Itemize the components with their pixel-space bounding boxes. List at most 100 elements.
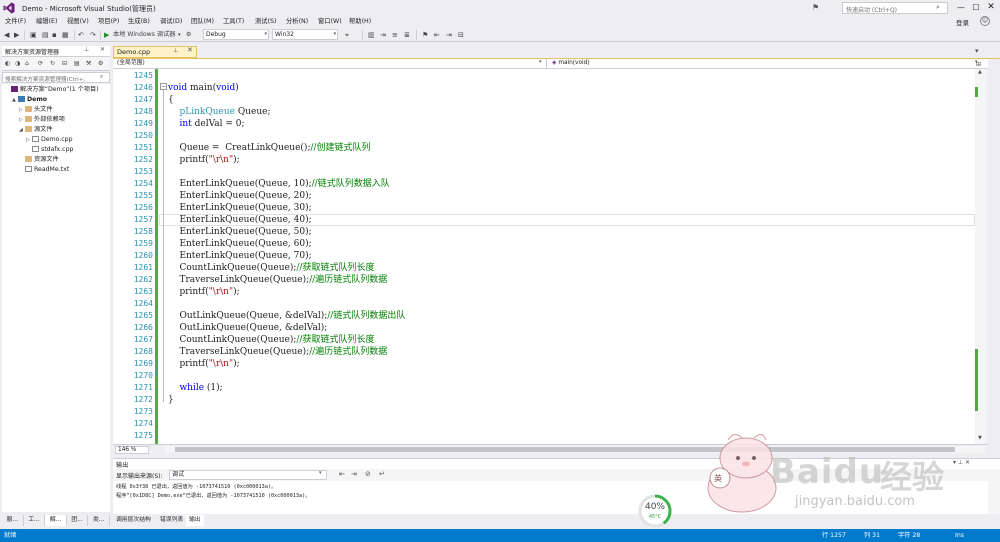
code-line[interactable]: EnterLinkQueue(Queue, 50); [168, 226, 311, 238]
menu-item[interactable]: 文件(F) [5, 16, 26, 28]
solution-platform-select[interactable]: Win32 ▾ [272, 29, 338, 40]
code-line[interactable]: Queue = CreatLinkQueue();//创建链式队列 [168, 142, 370, 154]
code-line[interactable]: int delVal = 0; [168, 118, 244, 130]
redo-icon[interactable]: ↷ [90, 30, 96, 40]
code-line[interactable]: while (1); [168, 382, 222, 394]
tab-pin-icon[interactable]: ⊥ [173, 47, 178, 54]
new-project-icon[interactable]: ▣ [30, 30, 37, 40]
code-line[interactable]: EnterLinkQueue(Queue, 10);//链式队列数据入队 [168, 178, 389, 190]
format-icon[interactable]: ▥ [368, 30, 375, 40]
collapse-toggle-icon[interactable]: − [160, 83, 167, 90]
solution-config-select[interactable]: Debug ▾ [203, 29, 269, 40]
menu-item[interactable]: 项目(P) [98, 16, 119, 28]
code-line[interactable]: } [168, 394, 174, 406]
menu-item[interactable]: 视图(V) [67, 16, 89, 28]
save-icon[interactable]: ▪ [52, 30, 57, 40]
member-dropdown[interactable]: ◈ main(void) [550, 59, 982, 68]
word-wrap-icon[interactable]: ↵ [379, 470, 385, 478]
menu-item[interactable]: 团队(M) [191, 16, 214, 28]
menu-item[interactable]: 编辑(E) [36, 16, 58, 28]
code-line[interactable]: printf("\r\n"); [168, 154, 239, 166]
scope-dropdown[interactable]: (全局范围) [115, 59, 547, 68]
left-panel-tab[interactable]: 类... [88, 515, 110, 526]
code-line[interactable]: pLinkQueue Queue; [168, 106, 270, 118]
menu-item[interactable]: 工具(T) [223, 16, 244, 28]
quick-launch-input[interactable]: 快速启动 (Ctrl+Q) [842, 2, 948, 14]
forward-icon[interactable]: ◑ [15, 59, 20, 69]
chevron-down-icon[interactable]: ▾ [319, 470, 322, 476]
output-source-select[interactable]: 调试 [169, 470, 327, 480]
tree-item[interactable]: ▷ 头文件 [2, 105, 53, 115]
tree-item[interactable]: 资源文件 [2, 155, 59, 165]
left-panel-tab[interactable]: 服... [2, 515, 24, 526]
back-icon[interactable]: ◐ [5, 59, 10, 69]
sync-icon[interactable]: ⟳ [38, 59, 43, 69]
bottom-panel-tab[interactable]: 调用层次结构 [113, 515, 154, 526]
tree-item[interactable]: ▲ Demo [2, 95, 47, 105]
code-line[interactable]: printf("\r\n"); [168, 358, 239, 370]
search-icon[interactable]: ⌕ [936, 3, 945, 12]
comment-icon[interactable]: ≡ [392, 30, 398, 40]
show-all-files-icon[interactable]: ▤ [74, 59, 80, 69]
go-to-next-icon[interactable]: ⇥ [351, 470, 357, 478]
bottom-panel-tab[interactable]: 错误列表 [157, 515, 186, 526]
code-line[interactable]: { [168, 94, 174, 106]
prev-bookmark-icon[interactable]: ⇤ [434, 30, 440, 40]
tree-item[interactable]: ReadMe.txt [2, 165, 69, 175]
chevron-down-icon[interactable]: ▾ [539, 59, 542, 65]
tree-item[interactable]: ▷ 外部依赖项 [2, 115, 65, 125]
code-line[interactable]: TraverseLinkQueue(Queue);//遍历链式队列数据 [168, 274, 387, 286]
close-button[interactable]: ✕ [985, 2, 997, 13]
zoom-select[interactable]: 146 % [115, 446, 149, 454]
menu-item[interactable]: 测试(S) [255, 16, 277, 28]
code-line[interactable]: EnterLinkQueue(Queue, 20); [168, 190, 311, 202]
wrench-icon[interactable]: ⚙ [98, 59, 103, 69]
minimize-button[interactable]: — [955, 2, 967, 13]
start-debug-icon[interactable]: ▶ [104, 30, 109, 40]
output-scrollbar[interactable] [988, 481, 1000, 514]
save-all-icon[interactable]: ▦ [62, 30, 69, 40]
next-bookmark-icon[interactable]: ⇥ [446, 30, 452, 40]
collapse-all-icon[interactable]: ⊟ [62, 59, 67, 69]
code-line[interactable]: EnterLinkQueue(Queue, 60); [168, 238, 311, 250]
tab-demo-cpp[interactable]: Demo.cpp [113, 46, 197, 58]
code-line[interactable]: void main(void) [168, 82, 239, 94]
code-line[interactable]: OutLinkQueue(Queue, &delVal); [168, 322, 327, 334]
go-to-previous-icon[interactable]: ⇤ [339, 470, 345, 478]
properties-icon[interactable]: ⚒ [86, 59, 91, 69]
code-line[interactable]: EnterLinkQueue(Queue, 70); [168, 250, 311, 262]
code-line[interactable]: printf("\r\n"); [168, 286, 239, 298]
menu-item[interactable]: 帮助(H) [349, 16, 371, 28]
menu-item[interactable]: 分析(N) [286, 16, 308, 28]
open-file-icon[interactable]: ▤ [42, 30, 49, 40]
split-window-icon[interactable]: ⊞ [976, 61, 981, 68]
left-panel-tab[interactable]: 工... [24, 515, 46, 526]
tree-item[interactable]: 解决方案“Demo”(1 个项目) [2, 85, 99, 95]
tree-item[interactable]: ▷ Demo.cpp [2, 135, 73, 145]
home-icon[interactable]: ⌂ [25, 59, 29, 69]
navigate-back-icon[interactable]: ◀ [4, 30, 9, 40]
uncomment-icon[interactable]: ≣ [404, 30, 410, 40]
bookmark-icon[interactable]: ⚑ [422, 30, 428, 40]
refresh-icon[interactable]: ↻ [50, 59, 55, 69]
tree-item[interactable]: stdafx.cpp [2, 145, 73, 155]
tree-item[interactable]: ◢ 源文件 [2, 125, 53, 135]
clear-all-icon[interactable]: ⊘ [365, 470, 371, 478]
code-line[interactable]: EnterLinkQueue(Queue, 30); [168, 202, 311, 214]
scroll-down-icon[interactable]: ▼ [978, 435, 982, 441]
navigate-forward-icon[interactable]: ▶ [14, 30, 19, 40]
login-link[interactable]: 登录 [956, 17, 969, 27]
tab-close-icon[interactable]: ✕ [187, 46, 193, 54]
find-icon[interactable]: ⌖ [345, 30, 349, 40]
bottom-panel-tab[interactable]: 输出 [186, 515, 204, 526]
close-icon[interactable]: ✕ [100, 46, 105, 53]
menu-item[interactable]: 窗口(W) [318, 16, 342, 28]
debug-target-dropdown-icon[interactable]: ▾ [178, 30, 181, 40]
start-debug-button[interactable]: 本地 Windows 调试器 [113, 30, 176, 40]
code-editor[interactable]: 1245 1246 1247 1248 1249 1250 1251 1252 1253 1254… [113, 69, 975, 444]
pin-icon[interactable]: ⊥ [84, 46, 89, 53]
user-account-icon[interactable]: ☺ [980, 16, 990, 26]
code-line[interactable]: CountLinkQueue(Queue);//获取链式队列长度 [168, 262, 374, 274]
undo-icon[interactable]: ↶ [78, 30, 84, 40]
code-line[interactable]: TraverseLinkQueue(Queue);//遍历链式队列数据 [168, 346, 387, 358]
